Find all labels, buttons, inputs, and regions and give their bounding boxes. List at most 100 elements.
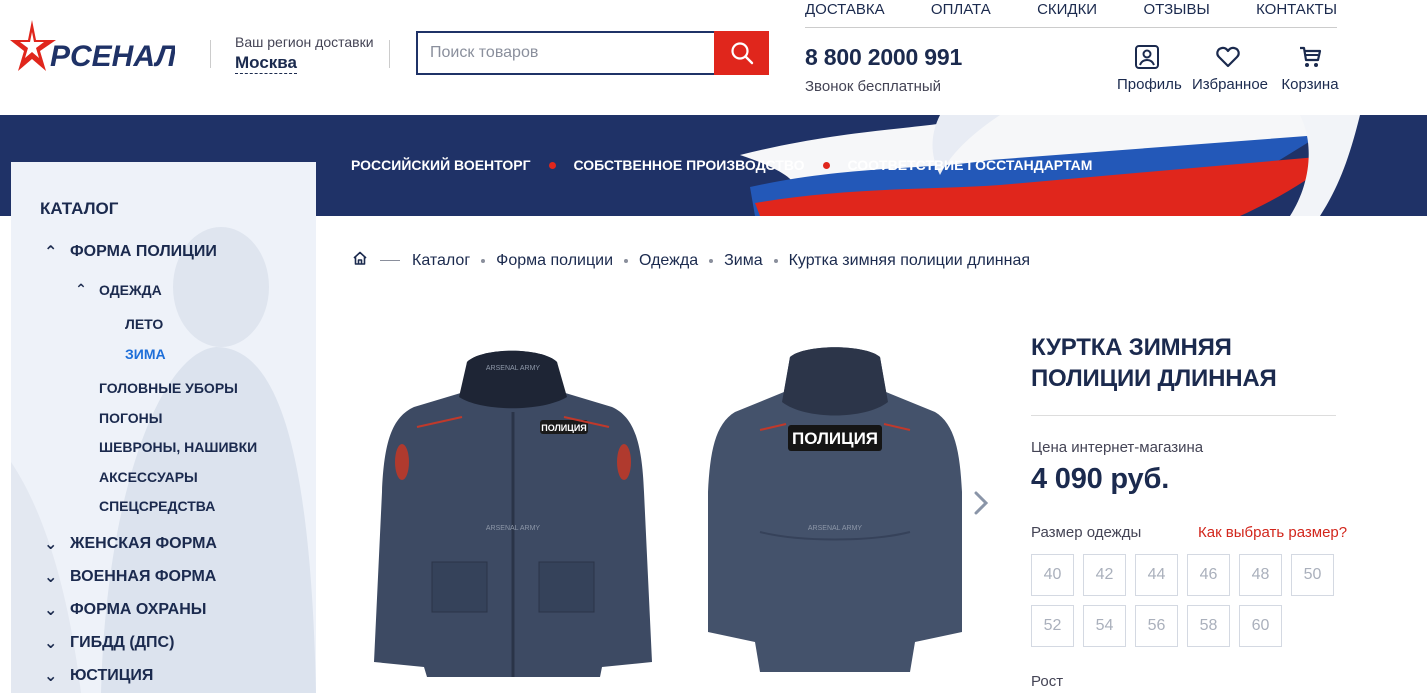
size-option[interactable]: 58 — [1187, 605, 1230, 647]
chevron-right-icon — [974, 491, 989, 515]
sidebar-item-label: АКСЕССУАРЫ — [99, 469, 198, 485]
breadcrumb-separator — [773, 258, 778, 263]
sidebar-item-label: ЛЕТО — [125, 316, 164, 332]
sidebar-item-headwear[interactable]: ГОЛОВНЫЕ УБОРЫ — [99, 380, 238, 396]
sidebar-item-label: ОДЕЖДА — [99, 281, 162, 298]
search-icon — [730, 42, 753, 65]
sidebar-item-label: ФОРМА ПОЛИЦИИ — [70, 243, 217, 260]
size-option[interactable]: 52 — [1031, 605, 1074, 647]
home-icon[interactable] — [352, 250, 368, 271]
catalog-title: КАТАЛОГ — [40, 199, 119, 218]
sidebar-item-security-uniform[interactable]: ⌄ ФОРМА ОХРАНЫ — [44, 600, 206, 620]
banner-dot — [822, 161, 830, 169]
size-option[interactable]: 54 — [1083, 605, 1126, 647]
size-option[interactable]: 48 — [1239, 554, 1282, 596]
favorites-button[interactable]: Избранное — [1192, 44, 1268, 93]
chevron-down-icon[interactable]: ⌄ — [44, 633, 57, 653]
search-button[interactable] — [714, 31, 769, 75]
watermark-text: ARSENAL ARMY — [486, 525, 541, 532]
size-option[interactable]: 46 — [1187, 554, 1230, 596]
jacket-back-patch: ПОЛИЦИЯ — [792, 429, 878, 448]
header-divider — [210, 40, 211, 68]
nav-payment[interactable]: ОПЛАТА — [931, 0, 991, 27]
profile-icon — [1117, 44, 1177, 72]
product-image-back[interactable]: ПОЛИЦИЯ ARSENAL ARMY — [700, 342, 970, 682]
arsenal-logo[interactable]: РСЕНАЛ — [10, 18, 177, 76]
sidebar-item-label: ВОЕННАЯ ФОРМА — [70, 568, 217, 585]
breadcrumb-link[interactable]: Форма полиции — [496, 252, 613, 270]
top-nav: ДОСТАВКА ОПЛАТА СКИДКИ ОТЗЫВЫ КОНТАКТЫ — [805, 0, 1337, 28]
product-title: КУРТКА ЗИМНЯЯ ПОЛИЦИИ ДЛИННАЯ — [1031, 334, 1277, 392]
profile-label: Профиль — [1117, 76, 1182, 93]
sidebar-item-clothing[interactable]: ⌃ ОДЕЖДА — [75, 281, 162, 298]
sidebar-item-summer[interactable]: ЛЕТО — [125, 316, 163, 332]
size-option[interactable]: 40 — [1031, 554, 1074, 596]
size-option[interactable]: 50 — [1291, 554, 1334, 596]
cart-label: Корзина — [1281, 76, 1339, 93]
sidebar-item-label: ЮСТИЦИЯ — [70, 667, 154, 684]
header-divider — [389, 40, 390, 68]
chevron-down-icon[interactable]: ⌄ — [44, 600, 57, 620]
size-option[interactable]: 44 — [1135, 554, 1178, 596]
sidebar-item-winter[interactable]: ЗИМА — [125, 346, 166, 362]
jacket-front-patch: ПОЛИЦИЯ — [541, 423, 587, 433]
chevron-up-icon[interactable]: ⌃ — [44, 242, 57, 262]
breadcrumb-current: Куртка зимняя полиции длинная — [788, 251, 1030, 269]
search-bar — [416, 31, 769, 75]
catalog-sidebar: КАТАЛОГ ⌃ ФОРМА ПОЛИЦИИ ⌃ ОДЕЖДА ЛЕТО ЗИМА… — [11, 162, 316, 693]
region-city-link[interactable]: Москва — [235, 53, 297, 74]
phone-note: Звонок бесплатный — [805, 78, 942, 95]
size-guide-link[interactable]: Как выбрать размер? — [1198, 524, 1347, 541]
breadcrumb-separator — [481, 258, 486, 263]
watermark-text: ARSENAL ARMY — [486, 365, 541, 372]
product-image-front[interactable]: ПОЛИЦИЯ ARSENAL ARMY ARSENAL ARMY — [372, 342, 654, 682]
price-label: Цена интернет-магазина — [1031, 439, 1204, 456]
sidebar-item-label: ЖЕНСКАЯ ФОРМА — [70, 535, 217, 552]
cart-icon — [1280, 44, 1340, 72]
sidebar-item-label: ГИБДД (ДПС) — [70, 634, 175, 651]
chevron-up-icon[interactable]: ⌃ — [75, 281, 87, 298]
banner-dot — [548, 161, 556, 169]
sidebar-item-patches[interactable]: ШЕВРОНЫ, НАШИВКИ — [99, 439, 257, 455]
size-label: Размер одежды — [1031, 524, 1142, 541]
favorites-label: Избранное — [1192, 76, 1269, 93]
sidebar-item-label: ГОЛОВНЫЕ УБОРЫ — [99, 380, 238, 396]
breadcrumb-link[interactable]: Зима — [724, 252, 763, 270]
product-price: 4 090 руб. — [1031, 463, 1170, 495]
chevron-down-icon[interactable]: ⌄ — [44, 567, 57, 587]
size-option[interactable]: 60 — [1239, 605, 1282, 647]
sidebar-item-police-uniform[interactable]: ⌃ ФОРМА ПОЛИЦИИ — [44, 242, 217, 262]
cart-button[interactable]: Корзина — [1280, 44, 1340, 93]
sidebar-item-womens-uniform[interactable]: ⌄ ЖЕНСКАЯ ФОРМА — [44, 534, 217, 554]
banner-item: СОБСТВЕННОЕ ПРОИЗВОДСТВО — [573, 157, 805, 173]
nav-discounts[interactable]: СКИДКИ — [1037, 0, 1097, 27]
size-option[interactable]: 42 — [1083, 554, 1126, 596]
region-label: Ваш регион доставки — [235, 34, 374, 50]
profile-button[interactable]: Профиль — [1117, 44, 1182, 93]
search-input[interactable] — [418, 33, 714, 73]
sidebar-item-special-equipment[interactable]: СПЕЦСРЕДСТВА — [99, 498, 215, 514]
breadcrumb-link[interactable]: Каталог — [412, 252, 470, 270]
breadcrumb: Каталог Форма полиции Одежда Зима Куртка… — [352, 250, 1030, 271]
sidebar-item-epaulettes[interactable]: ПОГОНЫ — [99, 410, 162, 426]
banner-item: СООТВЕТСТВИЕ ГОССТАНДАРТАМ — [847, 157, 1093, 173]
sidebar-item-label: ПОГОНЫ — [99, 410, 163, 426]
sidebar-item-label: ФОРМА ОХРАНЫ — [70, 601, 207, 618]
sidebar-item-accessories[interactable]: АКСЕССУАРЫ — [99, 469, 198, 485]
heart-icon — [1192, 44, 1264, 72]
sidebar-item-military-uniform[interactable]: ⌄ ВОЕННАЯ ФОРМА — [44, 567, 216, 587]
size-option[interactable]: 56 — [1135, 605, 1178, 647]
chevron-down-icon[interactable]: ⌄ — [44, 666, 57, 686]
sidebar-item-justice[interactable]: ⌄ ЮСТИЦИЯ — [44, 666, 153, 686]
breadcrumb-separator — [380, 260, 400, 261]
nav-delivery[interactable]: ДОСТАВКА — [805, 0, 885, 27]
phone-number[interactable]: 8 800 2000 991 — [805, 44, 962, 71]
sidebar-item-traffic-police[interactable]: ⌄ ГИБДД (ДПС) — [44, 633, 174, 653]
banner-item: РОССИЙСКИЙ ВОЕНТОРГ — [351, 157, 531, 173]
breadcrumb-separator — [624, 258, 628, 263]
chevron-down-icon[interactable]: ⌄ — [44, 534, 57, 554]
nav-contacts[interactable]: КОНТАКТЫ — [1256, 0, 1337, 27]
breadcrumb-link[interactable]: Одежда — [639, 252, 698, 270]
nav-reviews[interactable]: ОТЗЫВЫ — [1143, 0, 1209, 27]
gallery-next-button[interactable] — [969, 488, 993, 518]
